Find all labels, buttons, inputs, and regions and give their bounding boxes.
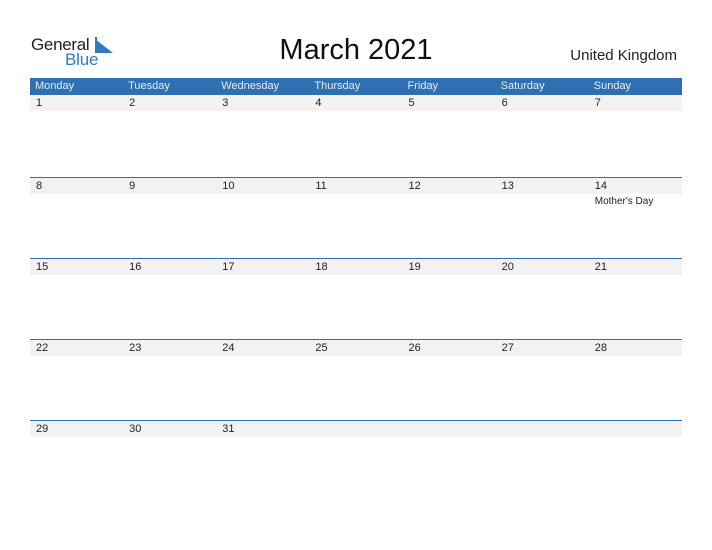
day-number: 25 [315, 342, 328, 354]
day-number: 10 [222, 180, 235, 192]
day-number: 5 [408, 97, 415, 109]
holiday-label [30, 275, 123, 276]
week-row: 8 9 10 11 12 13 14 Mother's Day [30, 177, 682, 208]
day-number: 31 [222, 423, 235, 435]
day-number: 7 [594, 97, 601, 109]
day-number: 3 [222, 97, 229, 109]
holiday-label [123, 275, 216, 276]
holiday-label [216, 275, 309, 276]
holiday-label [403, 356, 496, 357]
holiday-label [496, 437, 589, 438]
weekday-saturday: Saturday [500, 80, 545, 92]
day-number: 14 [594, 180, 607, 192]
holiday-label [123, 356, 216, 357]
day-number [496, 421, 589, 437]
holiday-label [403, 437, 496, 438]
holiday-label: Mother's Day [594, 196, 654, 207]
day-number: 26 [408, 342, 421, 354]
holiday-label [216, 356, 309, 357]
weekday-tuesday: Tuesday [128, 80, 170, 92]
holiday-label [123, 194, 216, 208]
day-number: 6 [501, 97, 508, 109]
weekday-thursday: Thursday [314, 80, 361, 92]
day-number [589, 421, 682, 437]
day-number [403, 421, 496, 437]
holiday-label [589, 356, 682, 357]
holiday-label [403, 111, 496, 112]
holiday-label [589, 275, 682, 276]
day-number: 13 [501, 180, 514, 192]
week-row: 1 2 3 4 5 6 7 [30, 95, 682, 112]
weekday-wednesday: Wednesday [221, 80, 280, 92]
holiday-label [123, 437, 216, 438]
holiday-label [30, 111, 123, 112]
holiday-label [403, 275, 496, 276]
event-row [30, 111, 682, 112]
event-row [30, 356, 682, 357]
day-number: 28 [594, 342, 607, 354]
holiday-label [30, 194, 123, 208]
date-band: 29 30 31 [30, 421, 682, 437]
holiday-label [309, 194, 402, 208]
date-band: 1 2 3 4 5 6 7 [30, 95, 682, 111]
week-row: 29 30 31 [30, 420, 682, 438]
holiday-label [309, 111, 402, 112]
day-number: 1 [36, 97, 43, 109]
holiday-label [30, 356, 123, 357]
holiday-label [216, 111, 309, 112]
holiday-label [309, 437, 402, 438]
week-row: 15 16 17 18 19 20 21 [30, 258, 682, 276]
day-number: 17 [222, 261, 235, 273]
holiday-label [123, 111, 216, 112]
day-number: 2 [129, 97, 136, 109]
holiday-label [403, 194, 496, 208]
day-number: 29 [36, 423, 49, 435]
day-number: 21 [594, 261, 607, 273]
date-band: 8 9 10 11 12 13 14 [30, 178, 682, 194]
event-row: Mother's Day [30, 194, 682, 208]
day-number: 19 [408, 261, 421, 273]
holiday-label [309, 356, 402, 357]
weekday-friday: Friday [407, 80, 439, 92]
event-row [30, 437, 682, 438]
week-row: 22 23 24 25 26 27 28 [30, 339, 682, 357]
day-number: 8 [36, 180, 43, 192]
day-number: 12 [408, 180, 421, 192]
day-number: 4 [315, 97, 322, 109]
day-number: 15 [36, 261, 49, 273]
weekday-sunday: Sunday [593, 80, 632, 92]
day-number: 22 [36, 342, 49, 354]
holiday-label [496, 356, 589, 357]
event-row [30, 275, 682, 276]
holiday-label [496, 275, 589, 276]
holiday-label [216, 194, 309, 208]
day-number: 16 [129, 261, 142, 273]
holiday-label [496, 111, 589, 112]
day-number [309, 421, 402, 437]
weekday-header: Monday Tuesday Wednesday Thursday Friday… [30, 78, 682, 95]
holiday-label [589, 437, 682, 438]
holiday-label [216, 437, 309, 438]
day-number: 11 [315, 180, 327, 192]
day-number: 9 [129, 180, 136, 192]
holiday-label [589, 111, 682, 112]
date-band: 15 16 17 18 19 20 21 [30, 259, 682, 275]
day-number: 27 [501, 342, 514, 354]
weekday-monday: Monday [35, 80, 75, 92]
day-number: 24 [222, 342, 235, 354]
date-band: 22 23 24 25 26 27 28 [30, 340, 682, 356]
day-number: 30 [129, 423, 142, 435]
holiday-label [309, 275, 402, 276]
holiday-label [496, 194, 589, 208]
holiday-label [30, 437, 123, 438]
country-label: United Kingdom [570, 47, 677, 64]
day-number: 18 [315, 261, 328, 273]
day-number: 23 [129, 342, 142, 354]
day-number: 20 [501, 261, 514, 273]
